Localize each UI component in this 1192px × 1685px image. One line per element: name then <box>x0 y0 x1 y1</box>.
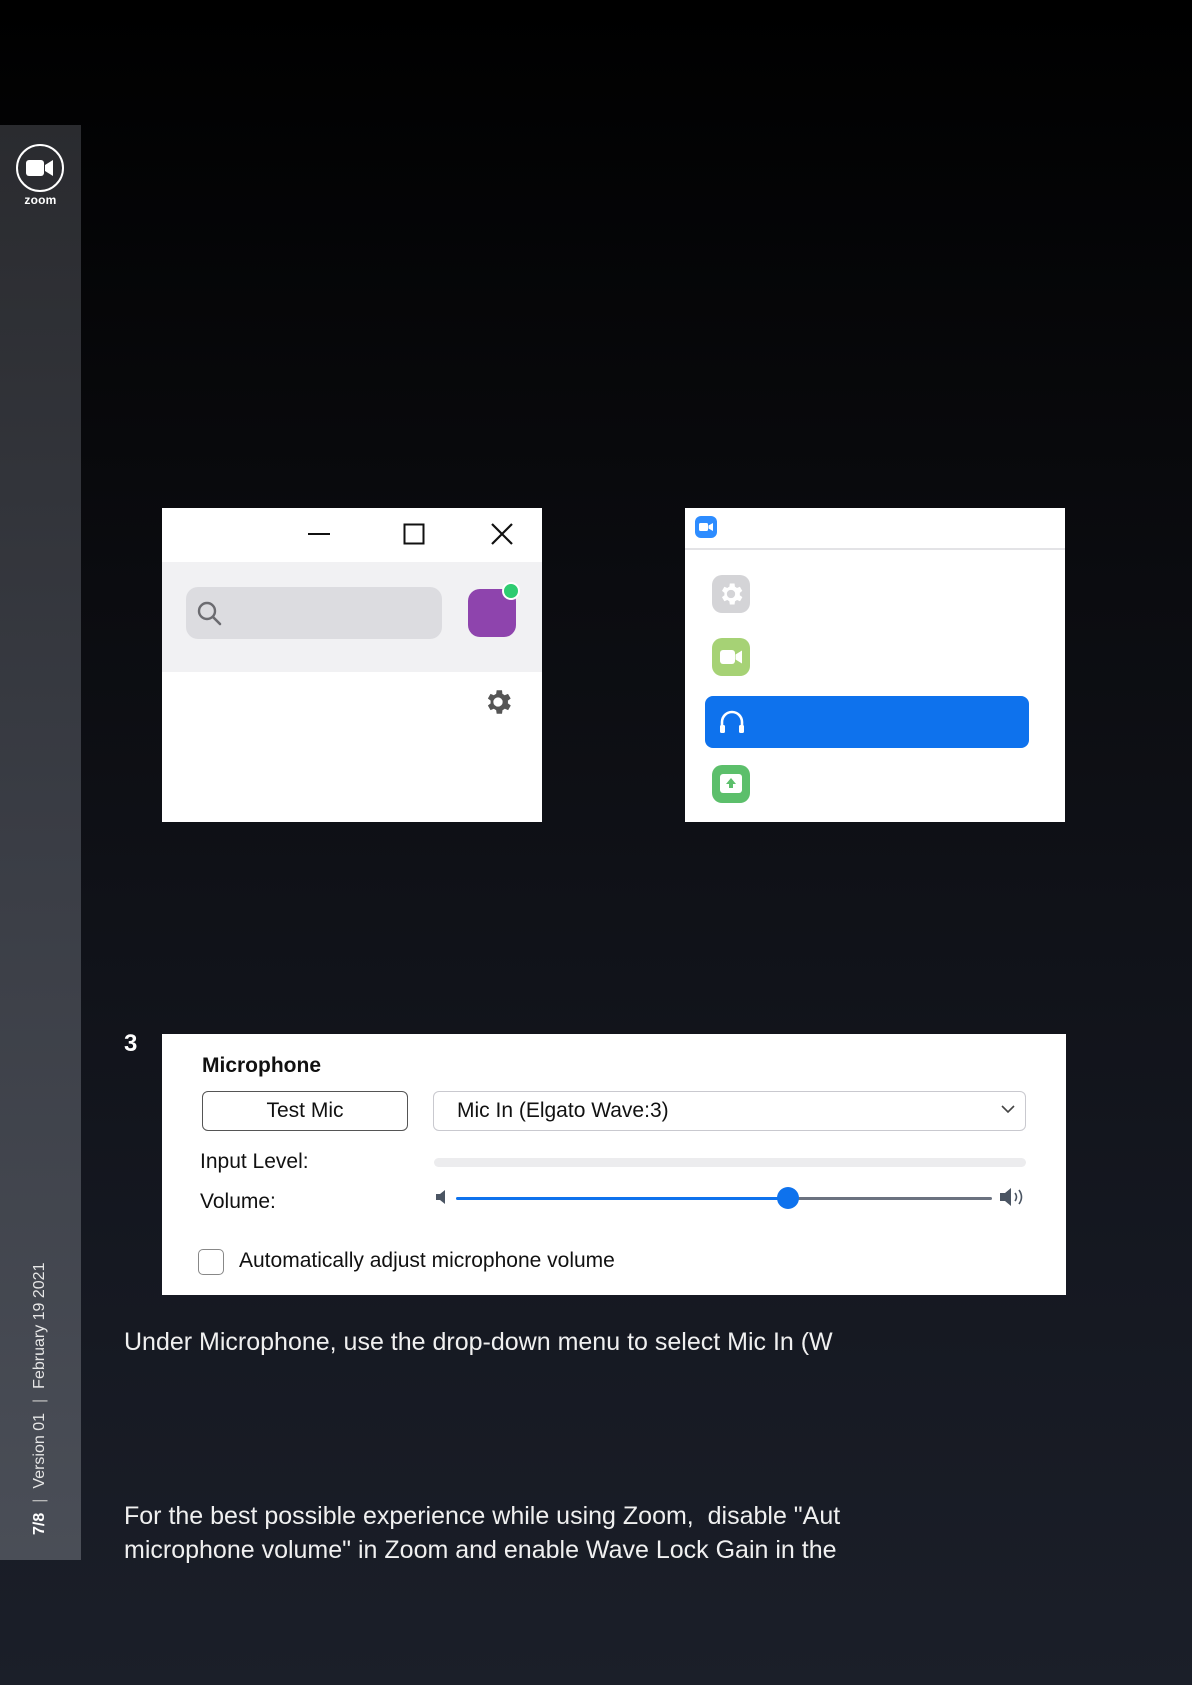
settings-nav-screenshot <box>685 508 1065 822</box>
auto-adjust-checkbox[interactable] <box>198 1249 224 1275</box>
volume-slider-fill <box>456 1197 789 1200</box>
panel1-overlay <box>162 508 542 822</box>
volume-high-icon <box>1000 1188 1023 1206</box>
test-mic-button[interactable]: Test Mic <box>202 1091 408 1131</box>
microphone-title: Microphone <box>202 1054 321 1077</box>
volume-slider-track[interactable] <box>788 1197 992 1200</box>
share-screen-icon[interactable] <box>712 765 750 803</box>
input-level-label: Input Level: <box>200 1150 309 1173</box>
step-number: 3 <box>124 1030 138 1057</box>
instruction-text-3: microphone volume" in Zoom and enable Wa… <box>124 1536 837 1564</box>
instruction-text-2: For the best possible experience while u… <box>124 1502 841 1530</box>
headphones-icon <box>720 710 744 733</box>
zoom-logo <box>16 144 64 192</box>
volume-label: Volume: <box>200 1190 276 1213</box>
date-label: February 19 2021 <box>31 1262 48 1389</box>
zoom-wordmark: zoom <box>24 193 57 207</box>
page-number: 7/8 <box>31 1512 48 1535</box>
instruction-text-1: Under Microphone, use the drop-down menu… <box>124 1328 833 1356</box>
settings-gear-icon[interactable] <box>712 575 750 613</box>
chevron-down-icon <box>1001 1105 1015 1114</box>
microphone-device-select[interactable]: Mic In (Elgato Wave:3) <box>433 1091 1026 1131</box>
volume-low-icon <box>436 1190 445 1204</box>
presence-dot <box>502 582 520 600</box>
zoom-app-icon <box>695 516 717 538</box>
auto-adjust-label: Automatically adjust microphone volume <box>239 1249 615 1272</box>
search-icon <box>197 601 222 626</box>
search-input[interactable] <box>186 587 442 639</box>
video-icon[interactable] <box>712 638 750 676</box>
microphone-settings-screenshot: Microphone Test Mic Mic In (Elgato Wave:… <box>162 1034 1066 1295</box>
selected-device-label: Mic In (Elgato Wave:3) <box>457 1099 669 1122</box>
volume-slider-thumb[interactable] <box>777 1187 800 1209</box>
gear-icon[interactable] <box>482 686 514 718</box>
page-footer-vertical: 7/8|Version 01|February 19 2021 <box>31 1262 48 1535</box>
version-label: Version 01 <box>31 1412 48 1489</box>
input-level-meter <box>434 1158 1026 1167</box>
video-camera-icon <box>26 160 53 176</box>
nav-item-audio-selected[interactable] <box>705 696 1029 748</box>
header-divider <box>685 548 1065 550</box>
